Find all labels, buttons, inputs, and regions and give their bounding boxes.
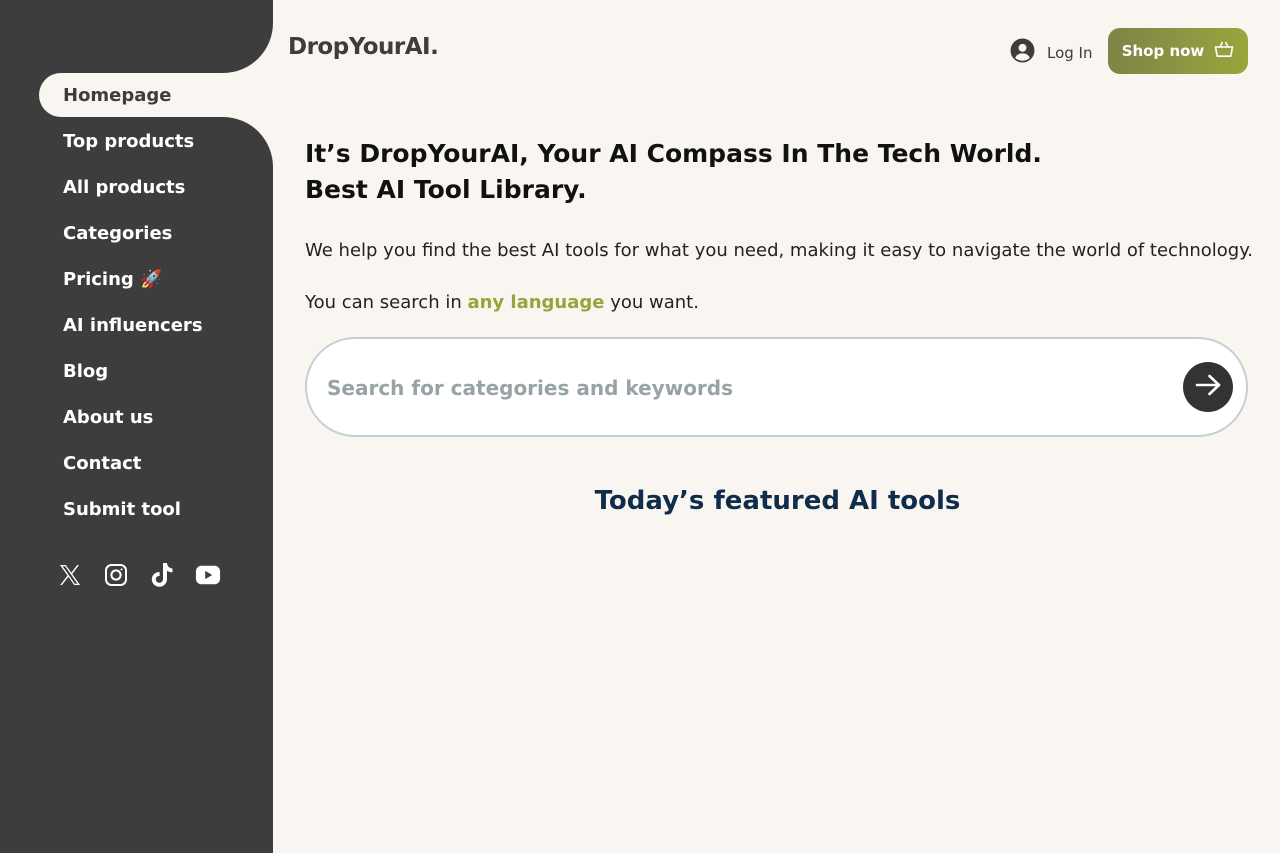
x-icon[interactable] <box>57 558 83 592</box>
sidebar-item-ai-influencers[interactable]: AI influencers <box>39 303 273 347</box>
shop-now-label: Shop now <box>1121 42 1205 60</box>
sidebar-item-contact[interactable]: Contact <box>39 441 273 485</box>
featured-tools-title: Today’s featured AI tools <box>594 486 961 516</box>
sidebar: Homepage Top products All products Categ… <box>0 0 273 853</box>
search-language-note: You can search in any language you want. <box>305 292 699 313</box>
search-submit-button[interactable] <box>1183 362 1233 412</box>
hero-headline: It’s DropYourAI, Your AI Compass In The … <box>305 136 1205 208</box>
hero-description: We help you find the best AI tools for w… <box>305 240 1254 261</box>
tiktok-icon[interactable] <box>149 558 175 592</box>
search-note-suffix: you want. <box>604 292 699 313</box>
social-links <box>57 558 221 592</box>
search-box <box>305 337 1248 437</box>
hero-headline-line1: It’s DropYourAI, Your AI Compass In The … <box>305 139 1042 168</box>
sidebar-item-homepage[interactable]: Homepage <box>39 73 273 117</box>
any-language-highlight: any language <box>467 292 605 313</box>
user-avatar-icon <box>1010 38 1035 67</box>
sidebar-item-all-products[interactable]: All products <box>39 165 273 209</box>
active-tab-curve-top <box>223 23 273 73</box>
sidebar-item-top-products[interactable]: Top products <box>39 119 273 163</box>
search-note-prefix: You can search in <box>305 292 468 313</box>
sidebar-item-about-us[interactable]: About us <box>39 395 273 439</box>
sidebar-item-blog[interactable]: Blog <box>39 349 273 393</box>
search-input[interactable] <box>327 367 1167 409</box>
hero-headline-line2: Best AI Tool Library. <box>305 175 587 204</box>
sidebar-item-submit-tool[interactable]: Submit tool <box>39 487 273 531</box>
site-logo[interactable]: DropYourAI. <box>288 34 439 60</box>
instagram-icon[interactable] <box>103 558 129 592</box>
sidebar-item-pricing[interactable]: Pricing 🚀 <box>39 257 273 301</box>
shopping-basket-icon <box>1214 40 1234 62</box>
sidebar-item-categories[interactable]: Categories <box>39 211 273 255</box>
login-link[interactable]: Log In <box>1010 38 1093 67</box>
login-label: Log In <box>1047 43 1093 62</box>
youtube-icon[interactable] <box>195 558 221 592</box>
arrow-right-icon <box>1194 373 1222 401</box>
shop-now-button[interactable]: Shop now <box>1108 28 1248 74</box>
